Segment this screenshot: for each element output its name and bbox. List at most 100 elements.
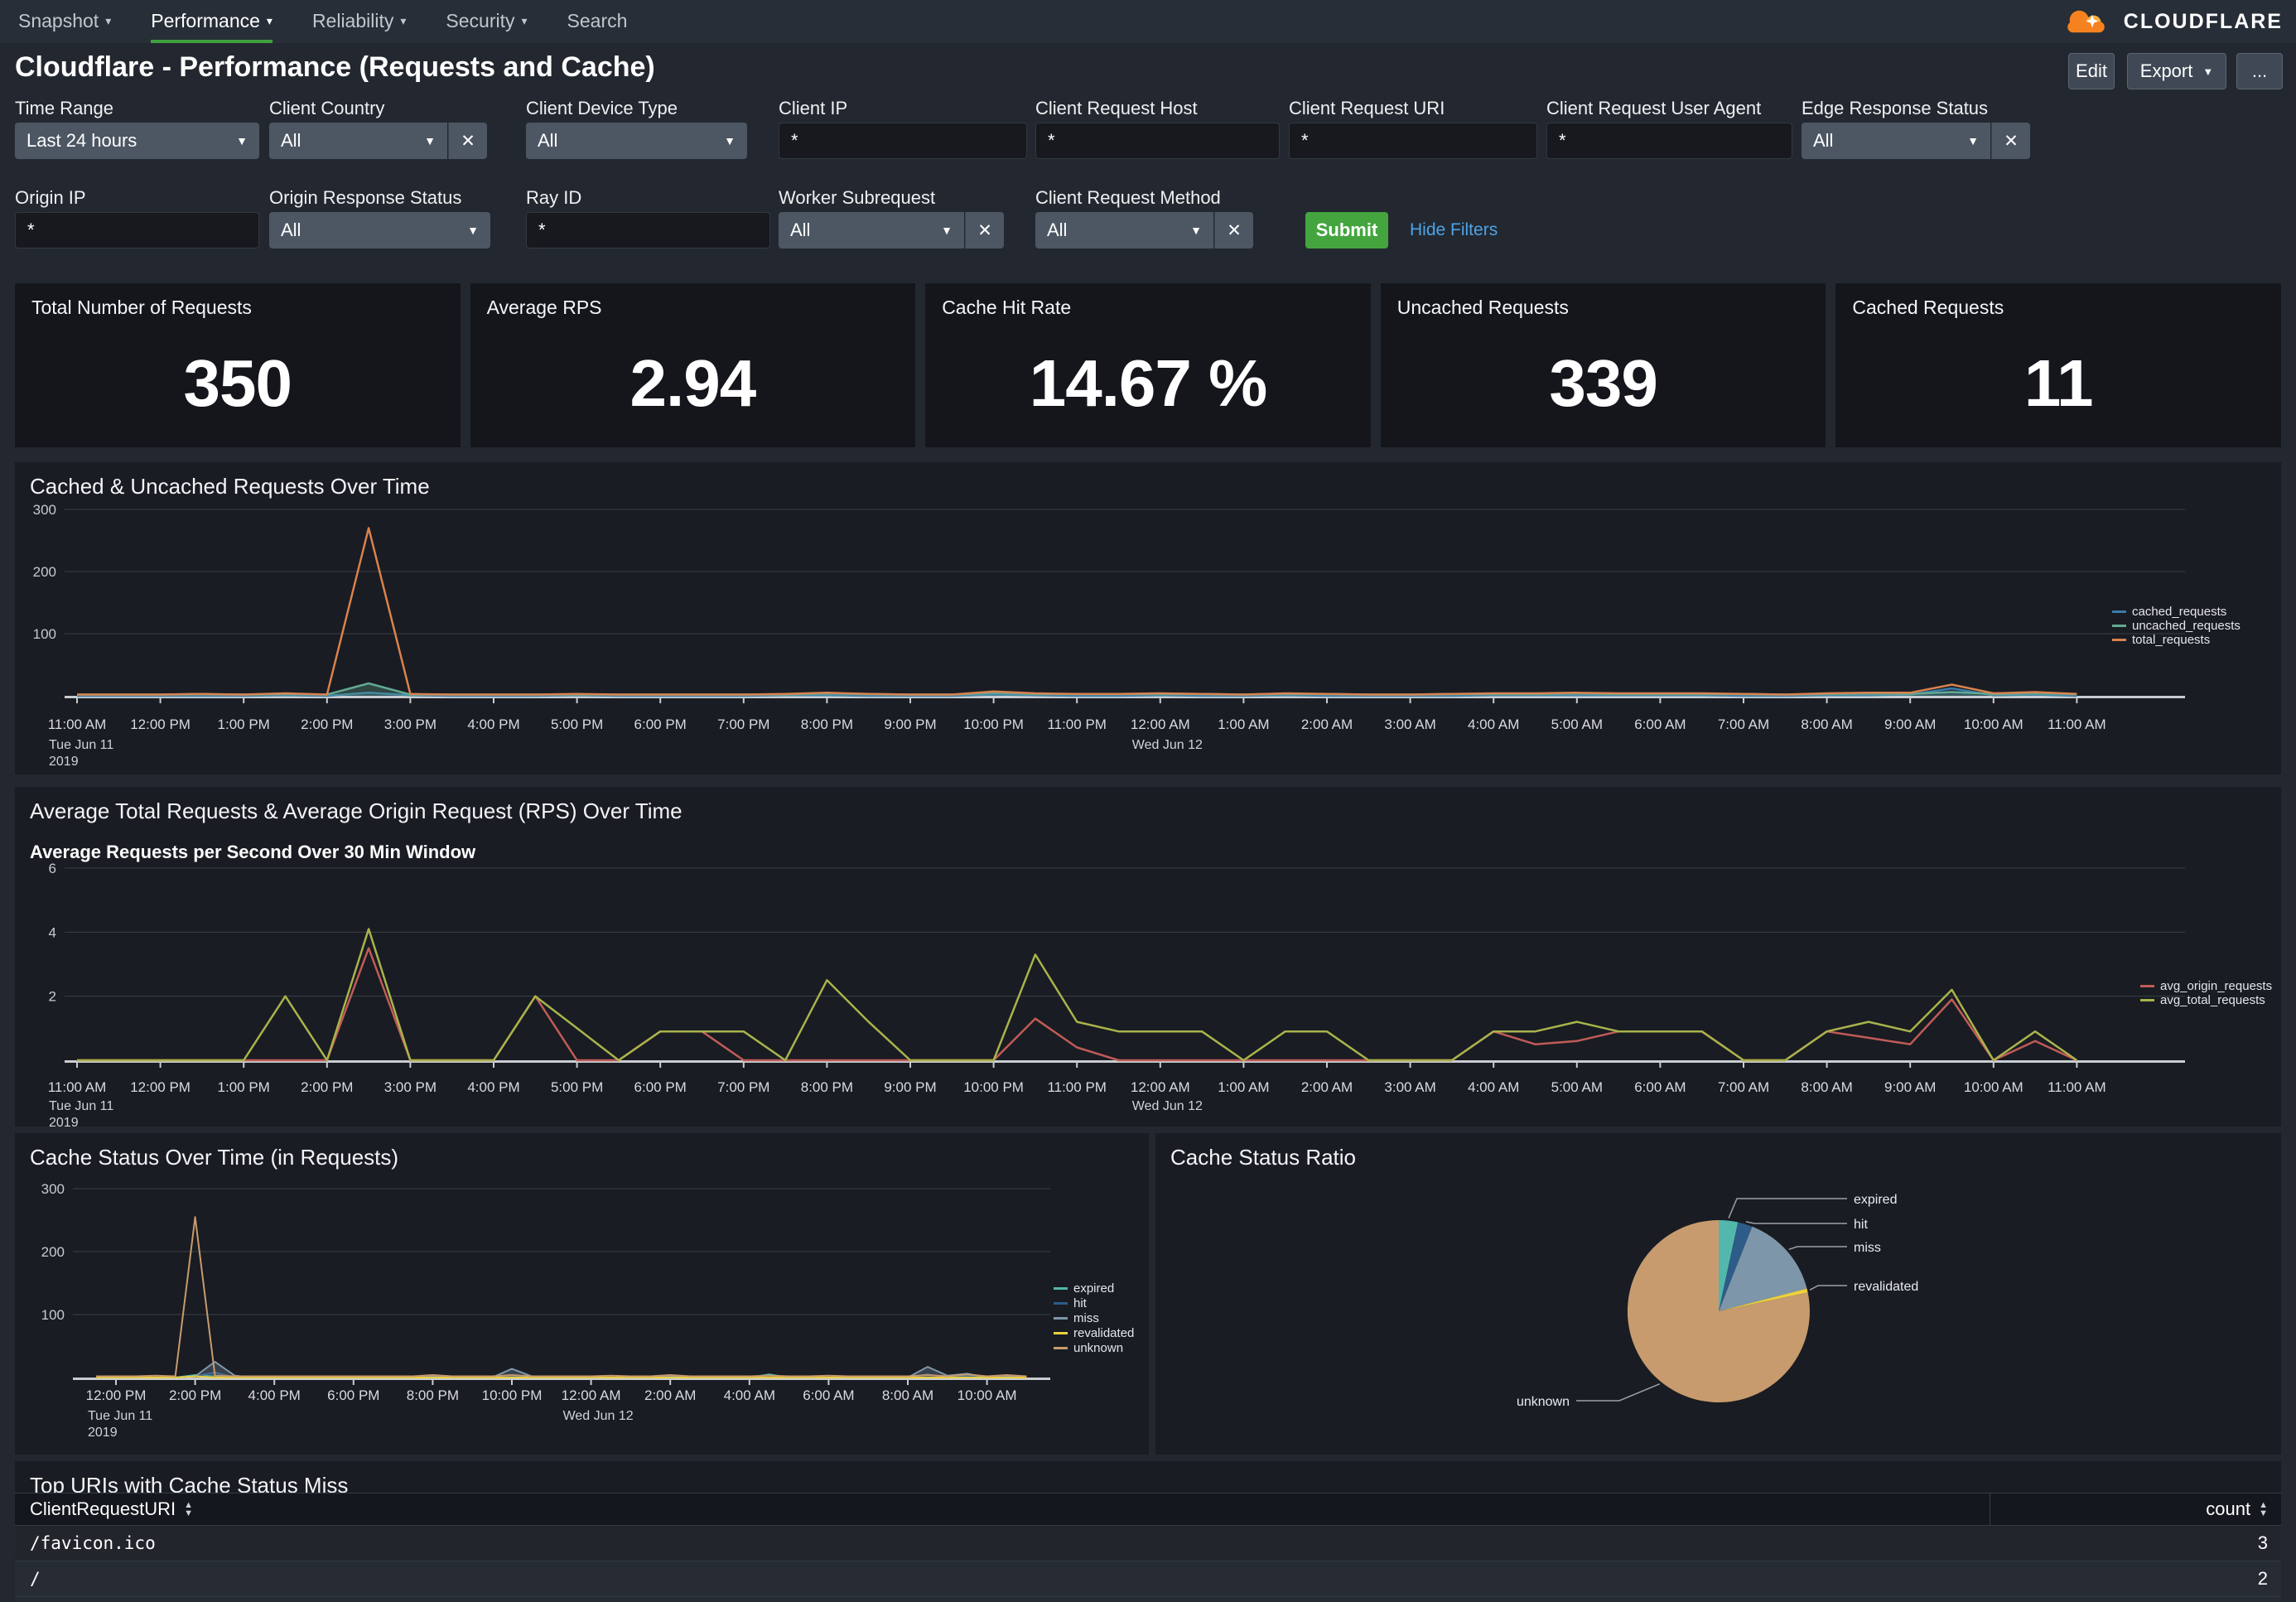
svg-text:1:00 PM: 1:00 PM <box>218 1079 270 1095</box>
selected-value: All <box>281 130 416 152</box>
svg-text:100: 100 <box>41 1307 65 1323</box>
svg-text:2: 2 <box>49 989 56 1005</box>
nav-item-security[interactable]: Security▾ <box>446 0 527 43</box>
column-header-clientrequesturi[interactable]: ClientRequestURI▲▼ <box>15 1493 1990 1525</box>
svg-text:7:00 AM: 7:00 AM <box>1718 1079 1769 1095</box>
table-row-partial <box>15 1597 2281 1602</box>
legend-item-unknown[interactable]: unknown <box>1054 1340 1134 1355</box>
export-button[interactable]: Export▼ <box>2127 53 2226 89</box>
legend-label: uncached_requests <box>2132 619 2241 633</box>
chart-legend: cached_requestsuncached_requeststotal_re… <box>2112 605 2241 647</box>
legend-item-avg-total-requests[interactable]: avg_total_requests <box>2140 993 2272 1007</box>
svg-text:11:00 AM: 11:00 AM <box>2048 1079 2106 1095</box>
count-cell: 2 <box>1990 1568 2281 1590</box>
svg-text:11:00 PM: 11:00 PM <box>1047 717 1107 732</box>
time-range-select[interactable]: Last 24 hours ▼ <box>15 123 259 159</box>
count-cell: 3 <box>1990 1532 2281 1554</box>
svg-text:Wed Jun 12: Wed Jun 12 <box>1132 1099 1203 1113</box>
svg-text:unknown: unknown <box>1517 1395 1570 1409</box>
legend-item-avg-origin-requests[interactable]: avg_origin_requests <box>2140 979 2272 993</box>
svg-text:2:00 PM: 2:00 PM <box>301 717 353 732</box>
filter-label-origin-ip: Origin IP <box>15 187 86 209</box>
legend-swatch <box>2140 985 2154 987</box>
metric-card-average-rps: Average RPS2.94 <box>470 283 916 447</box>
svg-text:5:00 AM: 5:00 AM <box>1551 717 1603 732</box>
more-options-label: ... <box>2252 60 2267 82</box>
client-request-method-clear-button[interactable]: ✕ <box>1214 212 1253 249</box>
chevron-down-icon: ▼ <box>236 134 248 147</box>
legend-item-uncached-requests[interactable]: uncached_requests <box>2112 619 2241 633</box>
svg-text:6:00 PM: 6:00 PM <box>327 1387 379 1403</box>
svg-text:12:00 AM: 12:00 AM <box>1131 1079 1190 1095</box>
svg-text:1:00 AM: 1:00 AM <box>1218 1079 1269 1095</box>
svg-text:9:00 AM: 9:00 AM <box>1884 1079 1936 1095</box>
filter-label-client-ip: Client IP <box>779 98 847 119</box>
worker-subrequest-select[interactable]: All ▼ <box>779 212 964 249</box>
chart-legend: expiredhitmissrevalidatedunknown <box>1054 1281 1134 1355</box>
client-ip-input[interactable]: * <box>779 123 1027 159</box>
nav-item-label: Reliability <box>312 10 393 32</box>
svg-text:8:00 AM: 8:00 AM <box>882 1387 933 1403</box>
client-country-select[interactable]: All ▼ <box>269 123 447 159</box>
nav-item-performance[interactable]: Performance▾ <box>151 0 273 43</box>
svg-text:3:00 PM: 3:00 PM <box>384 1079 437 1095</box>
nav-item-search[interactable]: Search <box>567 0 628 43</box>
selected-value: Last 24 hours <box>27 130 228 152</box>
svg-text:2019: 2019 <box>49 755 79 769</box>
submit-button[interactable]: Submit <box>1305 212 1388 249</box>
column-header-label: count <box>2206 1498 2250 1520</box>
legend-item-cached-requests[interactable]: cached_requests <box>2112 605 2241 619</box>
edge-response-status-clear-button[interactable]: ✕ <box>1991 123 2030 159</box>
hide-filters-link[interactable]: Hide Filters <box>1410 220 1498 240</box>
svg-text:12:00 AM: 12:00 AM <box>1131 717 1190 732</box>
nav-item-reliability[interactable]: Reliability▾ <box>312 0 406 43</box>
input-value: * <box>1048 130 1055 152</box>
panel-cached-uncached-requests: Cached & Uncached Requests Over Time 100… <box>15 462 2281 774</box>
svg-text:10:00 PM: 10:00 PM <box>963 1079 1024 1095</box>
svg-text:9:00 AM: 9:00 AM <box>1884 717 1936 732</box>
worker-subrequest-clear-button[interactable]: ✕ <box>965 212 1004 249</box>
chevron-down-icon: ▼ <box>2202 65 2213 78</box>
panel-top-uris: Top URIs with Cache Status Miss ClientRe… <box>15 1461 2281 1602</box>
chevron-down-icon: ▼ <box>941 224 953 237</box>
edge-response-status-select[interactable]: All▼ <box>1802 123 1990 159</box>
chart-legend: avg_origin_requestsavg_total_requests <box>2140 979 2272 1007</box>
legend-item-expired[interactable]: expired <box>1054 1281 1134 1296</box>
selected-value: All <box>790 220 933 241</box>
ray-id-input[interactable]: * <box>526 212 770 249</box>
nav-item-label: Search <box>567 10 628 32</box>
more-options-button[interactable]: ... <box>2236 53 2283 89</box>
metric-card-total-number-of-requests: Total Number of Requests350 <box>15 283 461 447</box>
client-request-method-select[interactable]: All▼ <box>1035 212 1213 249</box>
nav-item-snapshot[interactable]: Snapshot▾ <box>18 0 111 43</box>
metric-label: Cache Hit Rate <box>942 297 1071 319</box>
input-value: * <box>1301 130 1309 152</box>
svg-text:10:00 AM: 10:00 AM <box>1964 717 2023 732</box>
origin-response-status-select[interactable]: All▼ <box>269 212 490 249</box>
svg-text:300: 300 <box>41 1181 65 1197</box>
origin-ip-input[interactable]: * <box>15 212 259 249</box>
client-request-user-agent-input[interactable]: * <box>1546 123 1792 159</box>
legend-item-hit[interactable]: hit <box>1054 1296 1134 1310</box>
edit-button[interactable]: Edit <box>2068 53 2115 89</box>
column-header-count[interactable]: count▲▼ <box>1990 1493 2281 1525</box>
client-request-host-input[interactable]: * <box>1035 123 1280 159</box>
client-device-type-select[interactable]: All▼ <box>526 123 747 159</box>
svg-text:10:00 AM: 10:00 AM <box>1964 1079 2023 1095</box>
chevron-down-icon: ▼ <box>424 134 436 147</box>
svg-text:10:00 PM: 10:00 PM <box>963 717 1024 732</box>
metric-label: Uncached Requests <box>1397 297 1569 319</box>
svg-text:8:00 AM: 8:00 AM <box>1801 1079 1852 1095</box>
legend-item-total-requests[interactable]: total_requests <box>2112 633 2241 647</box>
legend-item-revalidated[interactable]: revalidated <box>1054 1325 1134 1340</box>
svg-text:7:00 PM: 7:00 PM <box>717 717 769 732</box>
svg-text:4:00 AM: 4:00 AM <box>1468 1079 1519 1095</box>
legend-item-miss[interactable]: miss <box>1054 1310 1134 1325</box>
svg-text:1:00 AM: 1:00 AM <box>1218 717 1269 732</box>
svg-text:3:00 AM: 3:00 AM <box>1384 1079 1435 1095</box>
svg-text:2:00 PM: 2:00 PM <box>169 1387 221 1403</box>
svg-text:miss: miss <box>1854 1241 1881 1255</box>
client-request-uri-input[interactable]: * <box>1289 123 1537 159</box>
filter-label-client-country: Client Country <box>269 98 384 119</box>
client-country-clear-button[interactable]: ✕ <box>448 123 487 159</box>
